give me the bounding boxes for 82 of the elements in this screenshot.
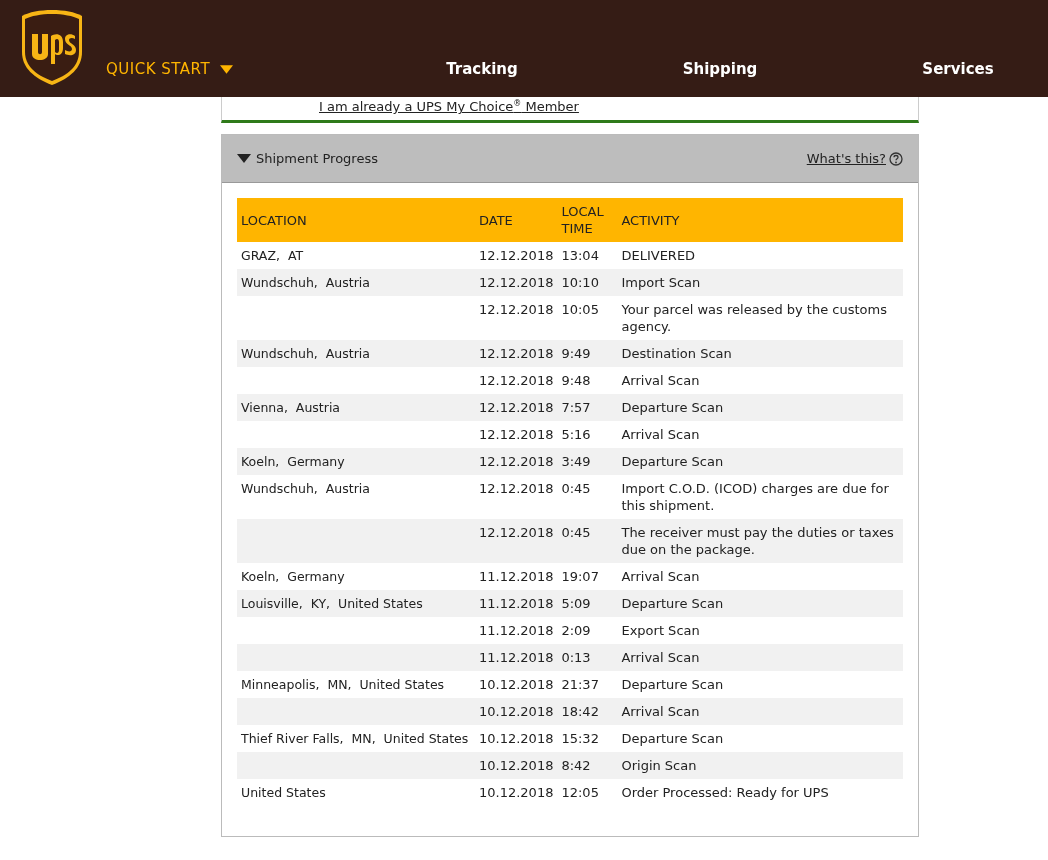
table-cell: Vienna, Austria [241,400,341,415]
table-cell: 9:49 [561,346,591,361]
table-cell: 10.12.2018 [479,785,554,800]
table-cell: Origin Scan [621,758,697,773]
table-cell: Thief River Falls, MN, United States [241,731,469,746]
table-cell: 0:45 [561,525,591,540]
column-header: ACTIVITY [617,198,903,242]
table-cell: 11.12.2018 [479,650,554,665]
nav-link[interactable]: Shipping [630,60,810,78]
caret-down-icon [237,154,251,163]
table-cell: 7:57 [561,400,591,415]
help-icon[interactable] [889,151,903,166]
caret-icon [220,64,234,74]
table-cell: Import Scan [621,275,701,290]
table-cell: 12.12.2018 [479,346,554,361]
table-cell: Koeln, Germany [241,569,345,584]
table-cell: 10.12.2018 [479,704,554,719]
table-cell: Departure Scan [621,400,724,415]
table-cell-text: Import C.O.D. (ICOD) charges are due for this shipment. [621,481,890,513]
table-cell: United States [241,785,326,800]
table-cell: Wundschuh, Austria [241,275,370,290]
table-cell: Louisville, KY, United States [241,596,423,611]
table-cell: 12.12.2018 [479,525,554,540]
table-cell: Wundschuh, Austria [241,346,370,361]
table-cell: Arrival Scan [621,427,700,442]
table-cell: 11.12.2018 [479,596,554,611]
table-cell: 11.12.2018 [479,569,554,584]
table-cell: 19:07 [561,569,599,584]
table-cell: 12.12.2018 [479,400,554,415]
table-cell: 21:37 [561,677,599,692]
table-cell: Departure Scan [621,731,724,746]
shield-logo[interactable] [20,8,84,86]
table-cell: Arrival Scan [621,569,700,584]
table-cell: Destination Scan [621,346,732,361]
table-cell: 12.12.2018 [479,427,554,442]
table-cell: Arrival Scan [621,704,700,719]
table-cell: 10.12.2018 [479,677,554,692]
table-cell: Departure Scan [621,677,724,692]
column-header: LOCATION [237,198,475,242]
table-cell: 10.12.2018 [479,731,554,746]
table-cell: 18:42 [561,704,599,719]
table-cell: 3:49 [561,454,591,469]
table-cell: Departure Scan [621,596,724,611]
nav-link[interactable]: Tracking [392,60,572,78]
table-cell-text: Your parcel was released by the customs agency. [621,302,888,334]
nav-link[interactable]: Services [868,60,1048,78]
table-cell: 12.12.2018 [479,248,554,263]
table-cell: 0:45 [561,481,591,496]
table-cell: Order Processed: Ready for UPS [621,785,829,800]
table-cell: 10:10 [561,275,599,290]
table-cell: Wundschuh, Austria [241,481,370,496]
table-cell: 12.12.2018 [479,302,554,317]
section-toggle[interactable]: Shipment Progress [237,151,378,166]
column-header: DATE [475,198,558,242]
table-cell: 8:42 [561,758,591,773]
table-cell: 2:09 [561,623,591,638]
table-cell: Minneapolis, MN, United States [241,677,445,692]
table-cell: Export Scan [621,623,700,638]
table-cell: 12.12.2018 [479,481,554,496]
table-cell: GRAZ, AT [241,248,304,263]
table-cell: 12.12.2018 [479,275,554,290]
table-cell: Koeln, Germany [241,454,345,469]
table-cell: 13:04 [561,248,599,263]
table-cell-text: The receiver must pay the duties or taxes due on the package. [621,525,895,557]
table-cell: 9:48 [561,373,591,388]
table-cell: 10:05 [561,302,599,317]
table-cell: 12:05 [561,785,599,800]
help-link[interactable]: What's this? [806,151,886,166]
table-cell: 11.12.2018 [479,623,554,638]
table-cell: 12.12.2018 [479,454,554,469]
table-cell: 10.12.2018 [479,758,554,773]
table-cell: DELIVERED [621,248,696,263]
table-cell: 5:16 [561,427,591,442]
table-cell: 0:13 [561,650,591,665]
table-cell: 12.12.2018 [479,373,554,388]
table-cell: Arrival Scan [621,650,700,665]
table-cell: 5:09 [561,596,591,611]
table-cell: 15:32 [561,731,599,746]
quick-start-menu[interactable]: QUICK START [106,60,234,78]
table-cell: Arrival Scan [621,373,700,388]
table-cell: Departure Scan [621,454,724,469]
column-header: LOCAL TIME [557,198,618,242]
